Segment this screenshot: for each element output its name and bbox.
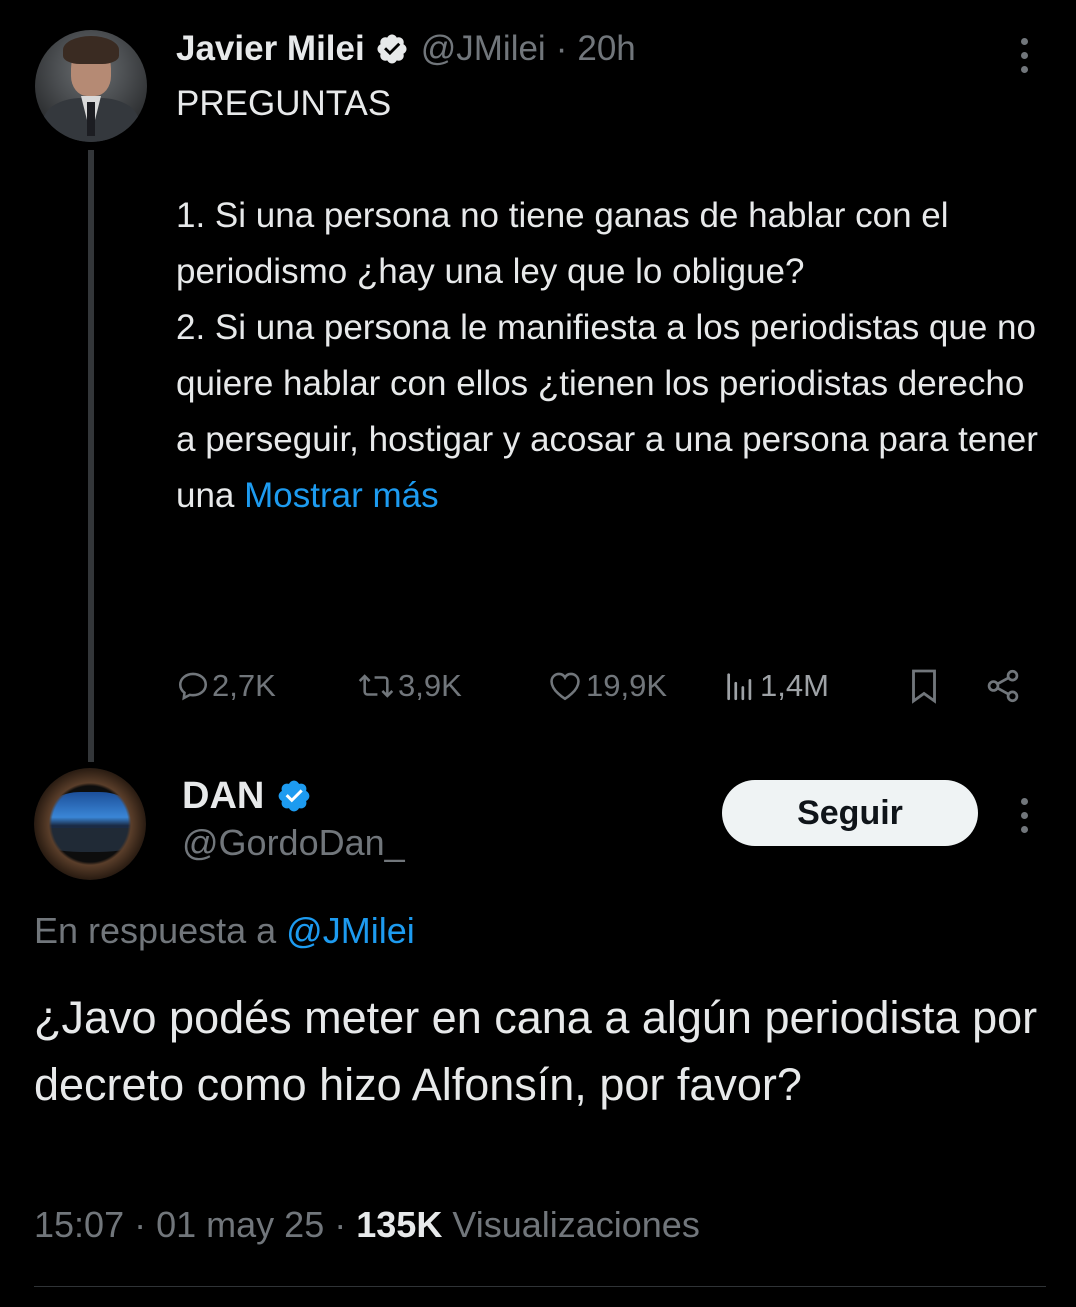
verified-badge-icon	[278, 780, 310, 812]
meta-separator: ·	[334, 1204, 347, 1245]
retweet-count: 3,9K	[398, 668, 462, 703]
retweet-icon	[358, 674, 394, 698]
tweet-meta: 15:07 · 01 may 25 · 135K Visualizaciones	[34, 1204, 700, 1246]
tweet-time-ago[interactable]: 20h	[577, 29, 635, 69]
more-options-icon[interactable]	[1018, 38, 1030, 73]
reply-icon	[178, 672, 208, 701]
tweet-text-line: PREGUNTAS	[176, 84, 392, 123]
author-handle[interactable]: @JMilei	[421, 29, 546, 69]
parent-tweet[interactable]: Javier Milei @JMilei · 20h PREGUNTAS 1. …	[0, 0, 1076, 762]
verified-badge-icon	[377, 34, 407, 64]
meta-separator: ·	[134, 1204, 147, 1245]
in-reply-to-line: En respuesta a @JMilei	[34, 910, 415, 952]
views-button[interactable]: 1,4M	[722, 662, 829, 710]
follow-button[interactable]: Seguir	[722, 780, 978, 846]
thread-connector-line	[88, 150, 94, 762]
reply-author-name-row: DAN	[182, 770, 324, 822]
share-icon	[987, 669, 1019, 703]
reply-author-name[interactable]: DAN	[182, 775, 264, 818]
show-more-link[interactable]: Mostrar más	[244, 476, 438, 515]
bookmark-icon	[912, 669, 936, 704]
avatar-tie	[87, 102, 95, 136]
views-icon	[727, 673, 752, 701]
bottom-divider	[34, 1286, 1046, 1287]
tweet-date[interactable]: 01 may 25	[156, 1204, 324, 1245]
like-count: 19,9K	[586, 668, 668, 703]
views-label: Visualizaciones	[452, 1204, 700, 1245]
more-options-icon[interactable]	[1018, 798, 1030, 833]
tweet-time[interactable]: 15:07	[34, 1204, 124, 1245]
parent-tweet-text: PREGUNTAS 1. Si una persona no tiene gan…	[176, 76, 1046, 524]
like-button[interactable]: 19,9K	[546, 662, 667, 710]
in-reply-handle-link[interactable]: @JMilei	[286, 910, 415, 951]
avatar-ring	[34, 768, 146, 880]
avatar-hair	[63, 36, 119, 64]
tweet-actions-bar: 2,7K 3,9K 19,9K 1,4M	[176, 662, 1036, 710]
in-reply-prefix: En respuesta a	[34, 910, 277, 951]
heart-icon	[550, 672, 580, 701]
parent-tweet-header: Javier Milei @JMilei · 20h	[176, 24, 636, 74]
header-separator: ·	[555, 29, 568, 68]
author-name[interactable]: Javier Milei	[176, 29, 365, 69]
avatar-dan[interactable]	[34, 768, 146, 880]
tweet-text-line: 1. Si una persona no tiene ganas de habl…	[176, 196, 949, 291]
avatar-milei[interactable]	[35, 30, 147, 142]
retweet-button[interactable]: 3,9K	[356, 662, 462, 710]
tweet-text-blank-line	[176, 132, 1046, 188]
reply-count: 2,7K	[212, 668, 276, 703]
reply-tweet-text: ¿Javo podés meter en cana a algún period…	[34, 992, 1038, 1110]
tweet-text-line-last: 2. Si una persona le manifiesta a los pe…	[176, 300, 1046, 524]
reply-author-handle[interactable]: @GordoDan_	[182, 822, 405, 864]
views-count: 1,4M	[760, 668, 829, 703]
reply-button[interactable]: 2,7K	[176, 662, 276, 710]
bookmark-button[interactable]	[906, 662, 942, 710]
share-button[interactable]	[984, 662, 1022, 710]
views-total: 135K	[356, 1204, 443, 1245]
